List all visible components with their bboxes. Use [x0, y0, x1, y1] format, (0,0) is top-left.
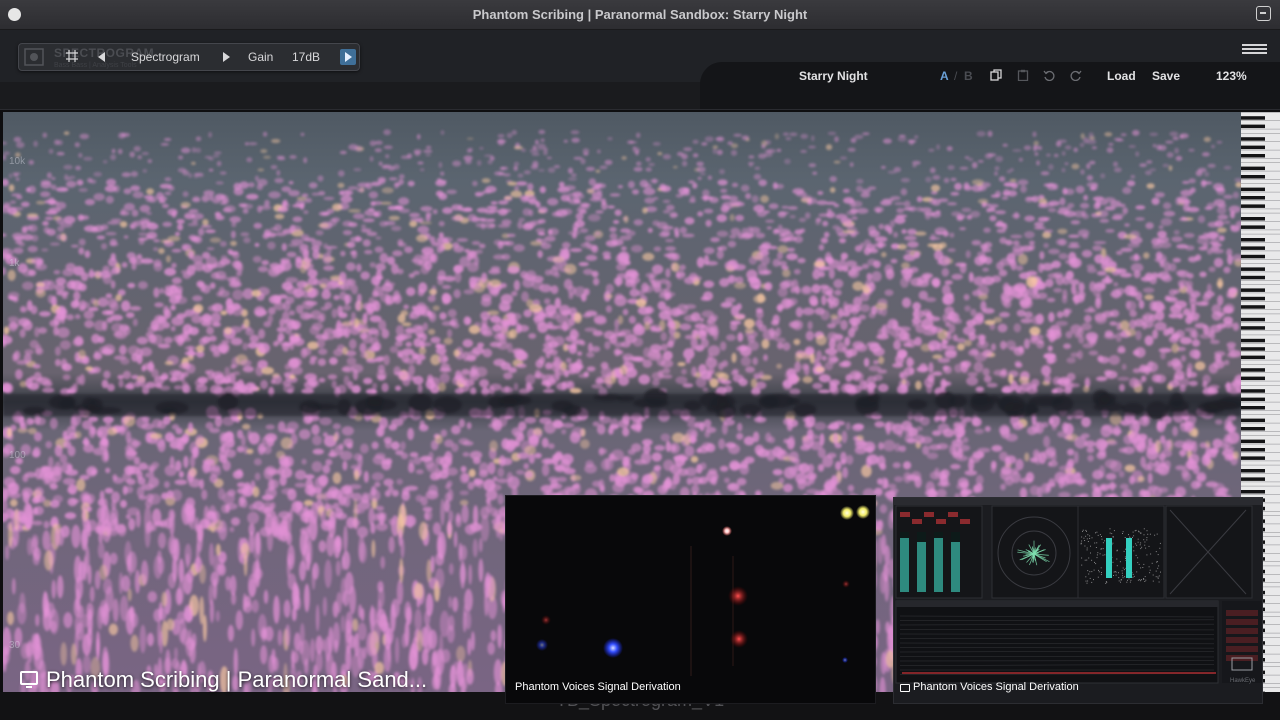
camera-scene	[506, 496, 875, 703]
play-button[interactable]	[340, 49, 356, 65]
next-view-icon[interactable]	[223, 52, 230, 62]
header-divider	[0, 109, 1280, 110]
window-titlebar: Phantom Scribing | Paranormal Sandbox: S…	[0, 0, 1280, 30]
gain-label: Gain	[248, 50, 274, 64]
load-button[interactable]: Load	[1107, 69, 1136, 83]
metering-panel: HawkEye Phantom Voices Signal Derivation	[893, 497, 1263, 704]
freq-label-100: 100	[9, 450, 26, 461]
ab-a-button[interactable]: A	[940, 69, 949, 83]
freq-label-30: 30	[9, 640, 21, 651]
save-button[interactable]: Save	[1152, 69, 1180, 83]
plugin-ghost-subtitle: Bass Bass | Analysis Tools	[54, 62, 137, 69]
stream-caption: Phantom Scribing | Paranormal Sand...	[46, 667, 428, 692]
preset-name[interactable]: Starry Night	[799, 69, 868, 83]
frame-icon[interactable]	[66, 50, 78, 62]
paste-icon[interactable]	[1017, 69, 1029, 81]
monitor-icon	[20, 671, 38, 688]
metering-caption: Phantom Voices Signal Derivation	[913, 681, 1079, 693]
view-selector[interactable]: Spectrogram	[131, 50, 200, 64]
freq-label-10k: 10k	[9, 156, 26, 167]
view-toolbar: SPECTROGRAM Bass Bass | Analysis Tools S…	[18, 43, 360, 71]
monitor-small-icon	[900, 684, 910, 692]
meter-brand-text: HawkEye	[1230, 678, 1256, 684]
ab-b-button[interactable]: B	[964, 69, 973, 83]
menu-icon[interactable]	[1242, 44, 1267, 54]
window-title: Phantom Scribing | Paranormal Sandbox: S…	[472, 7, 808, 22]
metering-canvas: HawkEye	[894, 498, 1262, 703]
copy-icon[interactable]	[990, 69, 1002, 81]
app-root: Phantom Scribing | Paranormal Sandbox: S…	[0, 0, 1280, 720]
camera-caption: Phantom Voices Signal Derivation	[515, 681, 681, 693]
freq-label-1k: 1k	[9, 258, 20, 269]
fullscreen-icon[interactable]	[1256, 6, 1271, 21]
redo-icon[interactable]	[1070, 69, 1082, 81]
zoom-level[interactable]: 123%	[1216, 69, 1247, 83]
plugin-logo-icon	[24, 48, 44, 66]
gain-value[interactable]: 17dB	[292, 50, 320, 64]
previous-view-icon[interactable]	[98, 52, 105, 62]
undo-icon[interactable]	[1043, 69, 1055, 81]
camera-feed: Phantom Voices Signal Derivation	[505, 495, 876, 704]
